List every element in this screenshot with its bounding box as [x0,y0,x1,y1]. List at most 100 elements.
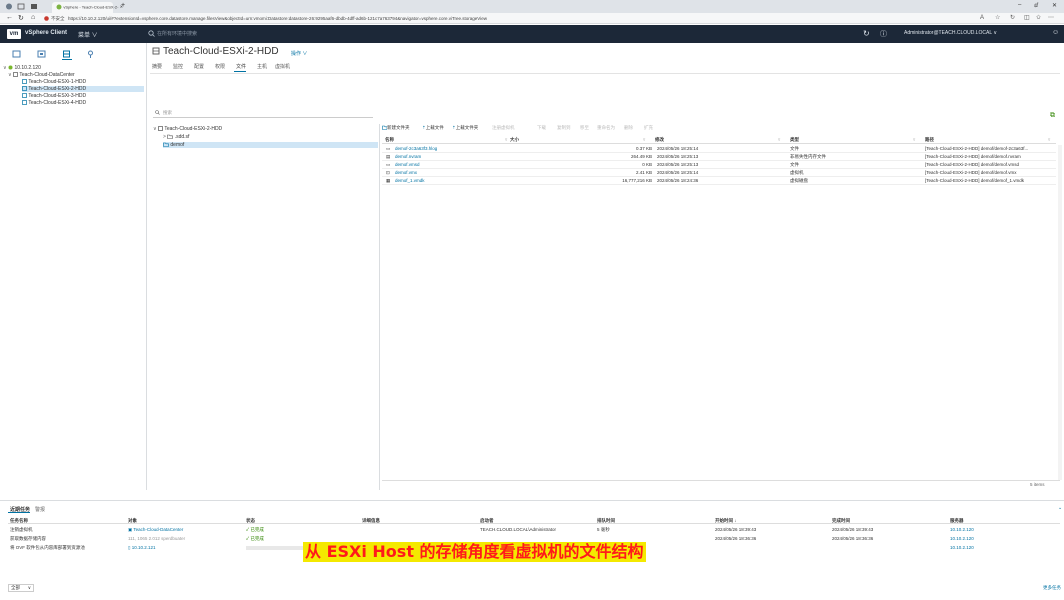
upload-file-button[interactable]: ⇡上载文件 [422,125,444,131]
column-type[interactable]: 类型 [790,136,799,143]
new-window-icon[interactable]: ⧉ [1050,112,1055,120]
folder-search-input[interactable]: 搜索 [153,110,373,118]
table-row[interactable]: ▭ demof-2c3a63f3.hlog 0.37 KB 2024/05/26… [382,145,1056,153]
column-queued[interactable]: 排队时间 [597,518,615,524]
global-search-input[interactable]: 在所有环境中搜索 [157,30,197,37]
networking-icon[interactable] [86,50,95,58]
user-avatar-icon[interactable]: ☺ [1052,29,1059,36]
new-tab-button[interactable]: + [121,2,125,9]
rename-button[interactable]: 重命名为 [597,125,615,131]
column-size[interactable]: 大小 [510,136,519,143]
column-target[interactable]: 对象 [128,518,137,524]
filter-icon[interactable]: ▿ [1048,136,1050,143]
table-row[interactable]: ▦ demof_1.vmdk 16,777,216 KB 2024/05/26 … [382,177,1056,185]
task-server-link[interactable]: 10.10.2.120 [950,527,974,532]
tab-actions-icon[interactable] [30,3,38,10]
target-label[interactable]: 111, 1065 2.012 sperdbuater [128,536,185,541]
refresh-icon[interactable]: ↻ [1010,14,1015,21]
tab-summary[interactable]: 摘要 [152,63,162,70]
tab-configure[interactable]: 配置 [194,63,204,70]
column-task-name[interactable]: 任务名称 [10,518,28,524]
task-server-link[interactable]: 10.10.2.120 [950,536,974,541]
task-server-link[interactable]: 10.10.2.120 [950,545,974,550]
table-row[interactable]: ⊡ demof.vmx 2.41 KB 2024/05/26 18:25:14 … [382,169,1056,177]
file-name[interactable]: demof.vmsd [395,161,420,168]
tree-datacenter[interactable]: ∨ Teach-Cloud-DataCenter [8,72,75,78]
tree-datastore-1[interactable]: Teach-Cloud-ESXi-1-HDD [22,79,144,85]
file-name[interactable]: demof.nvram [395,153,421,160]
read-aloud-icon[interactable]: A [980,15,984,21]
collapse-icon[interactable]: ⌄ [1058,505,1062,511]
tab-monitor[interactable]: 监控 [173,63,183,70]
target-link[interactable]: ▣ Teach-Cloud-DataCenter [128,527,183,533]
delete-button[interactable]: 删除 [624,125,633,131]
split-screen-icon[interactable]: ◫ [1024,14,1030,21]
filter-icon[interactable]: ▿ [505,136,507,143]
actions-menu[interactable]: 操作 ∨ [291,50,307,57]
search-icon[interactable] [148,30,155,37]
column-server[interactable]: 服务器 [950,518,964,524]
refresh-icon[interactable]: ↻ [863,29,870,38]
extensions-icon[interactable]: ⋯ [1048,14,1054,21]
tab-files[interactable]: 文件 [236,63,246,70]
storage-icon[interactable] [62,50,71,58]
inflate-button[interactable]: 扩充 [644,125,653,131]
home-icon[interactable]: ⌂ [31,14,35,21]
filter-icon[interactable]: ▿ [913,136,915,143]
tab-alarms[interactable]: 警报 [35,506,45,513]
window-minimize-button[interactable]: – [1018,2,1021,8]
window-close-button[interactable]: ✕ [1052,2,1057,9]
file-name[interactable]: demof.vmx [395,169,417,176]
tree-host[interactable]: ∨ 10.10.2.120 [3,65,41,71]
vms-templates-icon[interactable] [37,50,46,58]
upload-folder-button[interactable]: ⇡上载文件夹 [452,125,478,131]
browser-tab[interactable]: vSphere - Teach-Cloud-ESX-2- × [52,2,123,13]
favorite-icon[interactable]: ☆ [995,14,1000,21]
folder-item-sdd[interactable]: > .sdd.sf [163,134,189,140]
column-modified[interactable]: 修改 [655,136,664,143]
column-path[interactable]: 路径 [925,136,934,143]
target-link[interactable]: ▯ 10.10.2.121 [128,545,156,551]
task-filter-select[interactable]: 全部 ∨ [8,584,34,592]
column-start-time[interactable]: 开始时间 ↓ [715,518,737,524]
tab-hosts[interactable]: 主机 [257,63,267,70]
main-menu-button[interactable]: 菜单 ∨ [78,30,98,39]
folder-item-demof[interactable]: demof [163,142,378,148]
file-name[interactable]: demof_1.vmdk [395,177,425,184]
move-to-button[interactable]: 移至 [580,125,589,131]
hosts-clusters-icon[interactable] [12,50,21,58]
more-tasks-link[interactable]: 更多任务 [1043,585,1061,591]
column-completion-time[interactable]: 完成时间 [832,518,850,524]
url-input[interactable]: https://10.10.2.120/ui/#?extensionId=vsp… [68,15,668,23]
product-name[interactable]: vSphere Client [25,30,67,36]
tab-permissions[interactable]: 权限 [215,63,225,70]
user-menu[interactable]: Administrator@TEACH.CLOUD.LOCAL ∨ [904,30,997,36]
copy-to-button[interactable]: 复制到 [557,125,571,131]
workspaces-icon[interactable] [17,3,25,10]
filter-icon[interactable]: ▿ [643,136,645,143]
column-details[interactable]: 详细信息 [362,518,380,524]
favorites-icon[interactable]: ✩ [1036,14,1041,21]
table-row[interactable]: ▭ demof.vmsd 0 KB 2024/05/26 18:25:13 文件… [382,161,1056,169]
profile-icon[interactable] [5,3,13,10]
register-vm-button[interactable]: 注册虚拟机 [492,125,515,131]
help-icon[interactable]: ⓘ [880,29,887,39]
folder-tree-root[interactable]: ∨ Teach-Cloud-ESXi-2-HDD [153,126,222,132]
filter-icon[interactable]: ▿ [778,136,780,143]
tab-vms[interactable]: 虚拟机 [275,63,290,70]
table-row[interactable]: ▤ demof.nvram 264.49 KB 2024/05/26 18:25… [382,153,1056,161]
insecure-warning-icon[interactable] [44,16,49,21]
back-icon[interactable]: ← [6,14,13,21]
column-initiator[interactable]: 启动者 [480,518,494,524]
column-status[interactable]: 状态 [246,518,255,524]
tree-datastore-2[interactable]: Teach-Cloud-ESXi-2-HDD [22,86,144,92]
security-label[interactable]: 不安全 [51,15,65,23]
file-name[interactable]: demof-2c3a63f3.hlog [395,145,437,152]
reload-icon[interactable]: ↻ [18,14,24,22]
file-grid-scrollbar[interactable] [1058,145,1062,480]
tree-datastore-3[interactable]: Teach-Cloud-ESXi-3-HDD [22,93,144,99]
tree-datastore-4[interactable]: Teach-Cloud-ESXi-4-HDD [22,100,144,106]
download-button[interactable]: 下载 [537,125,546,131]
column-name[interactable]: 名称 [385,136,394,143]
window-maximize-button[interactable]: ⅆ [1034,2,1038,9]
